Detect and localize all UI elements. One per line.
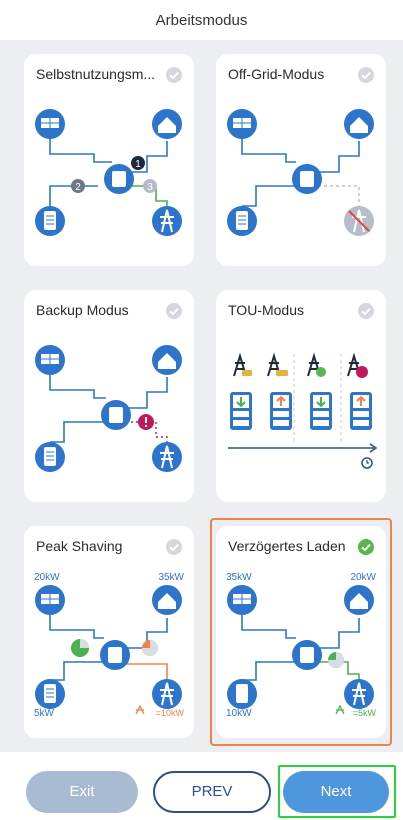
battery-discharge-icon xyxy=(350,392,372,430)
step-badge-1: 1 xyxy=(135,159,141,170)
inverter-icon xyxy=(101,400,131,430)
next-button-highlight xyxy=(278,765,396,818)
mode-card-peak-shaving[interactable]: Peak Shaving 20kW 35kW 5kW =10kW xyxy=(24,526,194,738)
inverter-icon xyxy=(104,164,134,194)
time-of-use-diagram xyxy=(224,332,378,482)
energy-flow-diagram: 20kW 35kW 5kW =10kW xyxy=(32,568,186,718)
inverter-icon xyxy=(100,640,130,670)
home-power-label: 35kW xyxy=(158,572,184,583)
check-icon xyxy=(166,539,182,555)
mode-grid: Selbstnutzungsm... 1 2 3 Off-Grid-Modus … xyxy=(0,40,403,752)
grid-power-label: =10kW xyxy=(156,708,185,718)
page-title: Arbeitsmodus xyxy=(155,12,248,29)
selected-mode-highlight xyxy=(210,518,392,746)
power-tower-icon xyxy=(152,206,182,236)
mode-title: Backup Modus xyxy=(36,302,129,318)
battery-icon xyxy=(35,679,65,709)
mode-card-off-grid[interactable]: Off-Grid-Modus xyxy=(216,54,386,266)
card-header: Peak Shaving xyxy=(24,526,194,564)
check-icon xyxy=(358,303,374,319)
solar-panel-icon xyxy=(35,109,65,139)
mode-title: Off-Grid-Modus xyxy=(228,66,325,82)
home-icon xyxy=(152,585,182,615)
home-icon xyxy=(152,109,182,139)
pie-indicator-icon xyxy=(142,640,158,656)
power-tower-icon xyxy=(267,352,288,377)
card-header: Selbstnutzungsm... xyxy=(24,54,194,92)
card-header: Backup Modus xyxy=(24,290,194,328)
step-badge-3: 3 xyxy=(147,182,153,193)
mode-title: Peak Shaving xyxy=(36,538,123,554)
energy-flow-diagram: 1 2 3 xyxy=(32,96,186,246)
mode-card-tou[interactable]: TOU-Modus xyxy=(216,290,386,502)
card-header: TOU-Modus xyxy=(216,290,386,328)
home-icon xyxy=(152,345,182,375)
prev-button[interactable]: PREV xyxy=(153,771,271,813)
pie-indicator-icon xyxy=(71,639,89,657)
check-icon xyxy=(166,67,182,83)
power-tower-icon xyxy=(152,442,182,472)
solar-panel-icon xyxy=(35,585,65,615)
power-tower-icon xyxy=(347,352,368,378)
battery-icon xyxy=(227,206,257,236)
mode-card-backup[interactable]: Backup Modus xyxy=(24,290,194,502)
grid-limit-icon xyxy=(135,704,145,715)
mode-card-self-use[interactable]: Selbstnutzungsm... 1 2 3 xyxy=(24,54,194,266)
home-icon xyxy=(344,109,374,139)
solar-panel-icon xyxy=(227,109,257,139)
alarm-clock-icon xyxy=(361,457,373,469)
power-tower-icon xyxy=(233,352,252,377)
check-icon xyxy=(358,67,374,83)
battery-discharge-icon xyxy=(270,392,292,430)
power-tower-icon xyxy=(152,679,182,709)
inverter-icon xyxy=(292,164,322,194)
step-badge-2: 2 xyxy=(75,182,81,193)
battery-icon xyxy=(35,442,65,472)
energy-flow-diagram xyxy=(32,332,186,482)
grid-disabled-icon xyxy=(344,206,374,236)
energy-flow-diagram xyxy=(224,96,378,246)
battery-power-label: 5kW xyxy=(34,708,55,718)
battery-charge-icon xyxy=(230,392,252,430)
top-bar: Arbeitsmodus xyxy=(0,0,403,40)
battery-charge-icon xyxy=(310,392,332,430)
mode-title: TOU-Modus xyxy=(228,302,304,318)
exit-button[interactable]: Exit xyxy=(26,771,138,813)
check-icon xyxy=(166,303,182,319)
solar-panel-icon xyxy=(35,345,65,375)
alert-icon xyxy=(138,414,154,430)
mode-title: Selbstnutzungsm... xyxy=(36,66,156,82)
power-tower-icon xyxy=(307,352,326,377)
battery-icon xyxy=(35,206,65,236)
card-header: Off-Grid-Modus xyxy=(216,54,386,92)
pv-power-label: 20kW xyxy=(34,572,60,583)
